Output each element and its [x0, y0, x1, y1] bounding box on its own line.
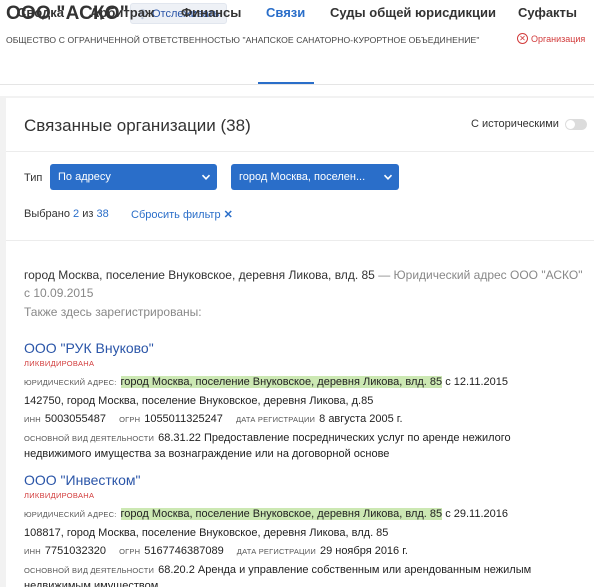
- company-header: ООО "АСКО" Отслеживать ОБЩЕСТВО С ОГРАНИ…: [0, 0, 594, 96]
- address-highlight: город Москва, поселение Внуковское, дере…: [120, 376, 443, 388]
- tab-finances[interactable]: Финансы: [181, 5, 241, 20]
- reset-filter-label: Сбросить фильтр: [131, 209, 221, 221]
- tabs-divider: [0, 84, 594, 85]
- related-orgs-panel: Связанные организации (38) С исторически…: [6, 98, 594, 587]
- activity-line1: 68.20.2 Аренда и управление собственным …: [158, 564, 532, 576]
- chevron-down-icon: [201, 174, 211, 180]
- address-line: город Москва, поселение Внуковское, дере…: [24, 268, 375, 282]
- inn-value: 7751032320: [44, 545, 107, 557]
- org-name-link[interactable]: ООО "Инвестком": [24, 472, 594, 488]
- tab-general-courts[interactable]: Суды общей юрисдикции: [330, 5, 496, 20]
- inn-value: 5003055487: [44, 413, 107, 425]
- also-registered-label: Также здесь зарегистрированы:: [24, 305, 202, 319]
- type-select[interactable]: По адресу: [50, 164, 217, 190]
- org-full-address: 142750, город Москва, поселение Внуковск…: [24, 395, 374, 407]
- reg-date-label: ДАТА РЕГИСТРАЦИИ: [236, 547, 316, 556]
- address-select-value: город Москва, поселен...: [239, 171, 366, 183]
- total-number: 38: [96, 208, 109, 220]
- company-full-name: ОБЩЕСТВО С ОГРАНИЧЕННОЙ ОТВЕТСТВЕННОСТЬЮ…: [6, 35, 480, 45]
- tab-sufacts[interactable]: Суфакты: [518, 5, 577, 20]
- org-card: ООО "РУК Внуково" ЛИКВИДИРОВАНА ЮРИДИЧЕС…: [24, 340, 594, 463]
- type-select-value: По адресу: [58, 171, 111, 183]
- type-filter-label: Тип: [24, 172, 43, 184]
- divider: [6, 151, 594, 152]
- org-status: ЛИКВИДИРОВАНА: [24, 359, 95, 368]
- historical-toggle[interactable]: [564, 118, 587, 130]
- address-select[interactable]: город Москва, поселен...: [231, 164, 399, 190]
- reg-date-value: 8 августа 2005 г.: [319, 413, 403, 425]
- historical-toggle-row: С историческими: [471, 118, 587, 130]
- tab-arbitration[interactable]: Арбитраж: [90, 5, 154, 20]
- ogrn-label: ОГРН: [119, 547, 141, 556]
- selected-number: 2: [73, 208, 80, 220]
- status-badge: ✕ Организация: [517, 33, 585, 44]
- org-full-address: 108817, город Москва, поселение Внуковск…: [24, 527, 389, 539]
- org-legal-address: ЮРИДИЧЕСКИЙ АДРЕС: город Москва, поселени…: [24, 505, 594, 524]
- reset-filter-link[interactable]: Сбросить фильтр ✕: [131, 208, 233, 221]
- org-ids: ИНН 5003055487 ОГРН 1055011325247 ДАТА РЕГ…: [24, 410, 594, 429]
- legal-address-label: ЮРИДИЧЕСКИЙ АДРЕС:: [24, 378, 117, 387]
- org-status: ЛИКВИДИРОВАНА: [24, 491, 95, 500]
- selected-count: Выбрано 2 из 38: [24, 208, 109, 220]
- inn-label: ИНН: [24, 547, 41, 556]
- of-word: из: [82, 208, 94, 220]
- panel-title: Связанные организации (38): [24, 116, 251, 135]
- historical-label: С историческими: [471, 118, 559, 130]
- close-icon: ✕: [223, 209, 233, 221]
- activity-line1: 68.31.22 Предоставление посреднических у…: [158, 432, 511, 444]
- chevron-down-icon: [383, 174, 393, 180]
- ogrn-value: 5167746387089: [144, 545, 224, 557]
- org-ids: ИНН 7751032320 ОГРН 5167746387089 ДАТА РЕГ…: [24, 542, 594, 561]
- org-card: ООО "Инвестком" ЛИКВИДИРОВАНА ЮРИДИЧЕСКИ…: [24, 472, 594, 587]
- activity-label: ОСНОВНОЙ ВИД ДЕЯТЕЛЬНОСТИ: [24, 434, 155, 443]
- status-label: Организация: [531, 33, 586, 44]
- divider: [6, 240, 594, 241]
- activity-label: ОСНОВНОЙ ВИД ДЕЯТЕЛЬНОСТИ: [24, 566, 155, 575]
- inn-label: ИНН: [24, 415, 41, 424]
- tab-summary[interactable]: Сводка: [17, 5, 64, 20]
- address-highlight: город Москва, поселение Внуковское, дере…: [120, 508, 443, 520]
- close-circle-icon: ✕: [517, 33, 528, 44]
- selected-prefix: Выбрано: [24, 208, 70, 220]
- legal-address-label: ЮРИДИЧЕСКИЙ АДРЕС:: [24, 510, 117, 519]
- reg-date-label: ДАТА РЕГИСТРАЦИИ: [235, 415, 316, 424]
- org-legal-address: ЮРИДИЧЕСКИЙ АДРЕС: город Москва, поселени…: [24, 373, 594, 392]
- ogrn-value: 1055011325247: [144, 413, 223, 425]
- address-intro: город Москва, поселение Внуковское, дере…: [24, 266, 589, 302]
- reg-date-value: 29 ноября 2016 г.: [319, 545, 408, 557]
- ogrn-label: ОГРН: [119, 415, 141, 424]
- tab-links[interactable]: Связи: [266, 5, 305, 20]
- address-since: с 29.11.2016: [445, 508, 508, 520]
- address-since: с 12.11.2015: [445, 376, 508, 388]
- org-name-link[interactable]: ООО "РУК Внуково": [24, 340, 594, 356]
